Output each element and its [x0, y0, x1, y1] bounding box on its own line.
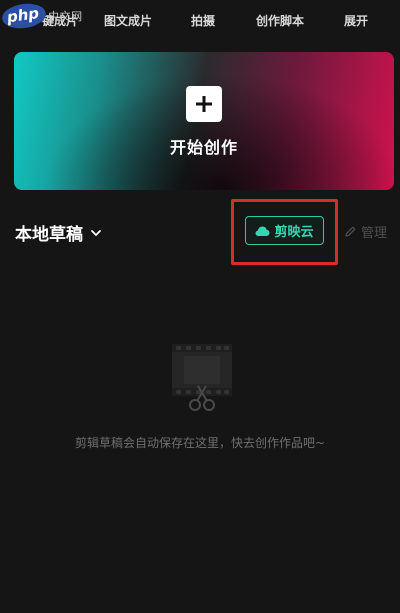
chevron-down-icon: [91, 229, 101, 236]
local-drafts-dropdown[interactable]: 本地草稿: [15, 220, 103, 245]
local-drafts-title: 本地草稿: [15, 225, 83, 245]
tool-script[interactable]: 创作脚本: [256, 12, 304, 29]
cloud-button-label: 剪映云: [274, 225, 314, 240]
watermark: php 中文网: [0, 1, 83, 31]
start-create-card[interactable]: 开始创作: [14, 52, 394, 190]
start-create-label: 开始创作: [169, 138, 238, 157]
cloud-icon: [255, 226, 270, 236]
manage-label: 管理: [361, 226, 388, 241]
film-scissors-icon: [172, 344, 232, 411]
tool-expand[interactable]: 展开: [344, 12, 368, 29]
app-screen: php 中文网 一键成片 图文成片 拍摄 创作脚本 展开 开始创作 本地草稿 剪…: [0, 0, 400, 613]
empty-state-message: 剪辑草稿会自动保存在这里，快去创作作品吧~: [74, 436, 326, 450]
cloud-button[interactable]: 剪映云: [245, 216, 324, 245]
plus-glyph: [196, 96, 212, 112]
watermark-site: 中文网: [48, 10, 83, 23]
tool-text-to-video[interactable]: 图文成片: [104, 12, 152, 29]
watermark-logo: php: [0, 1, 48, 31]
manage-button[interactable]: 管理: [344, 222, 387, 241]
edit-icon: [345, 226, 356, 237]
plus-icon: [186, 86, 222, 122]
tool-shoot[interactable]: 拍摄: [191, 12, 215, 29]
